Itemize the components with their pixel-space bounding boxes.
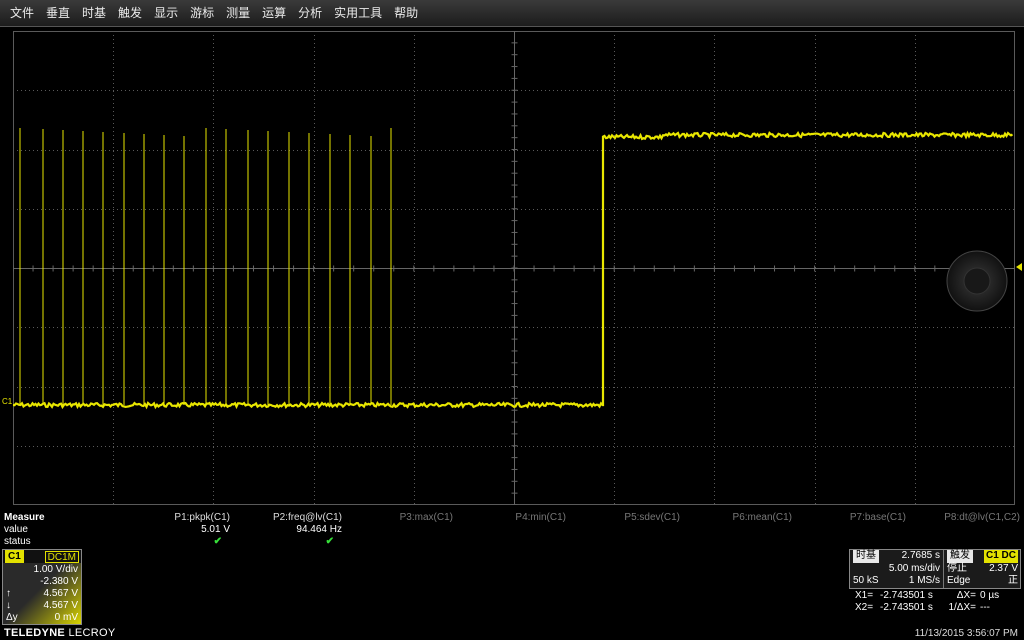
cursor-inv-dx-label: 1/ΔX=	[948, 602, 976, 613]
measure-param-name: P7:base(C1)	[849, 512, 906, 523]
timebase-delay: 2.7685 s	[901, 550, 940, 561]
measure-param-value: 5.01 V	[201, 524, 230, 535]
menu-item-0[interactable]: 文件	[4, 0, 40, 27]
trigger-level: 2.37 V	[989, 562, 1018, 574]
c1-coupling: DC1M	[44, 551, 79, 563]
measure-param-name: P4:min(C1)	[515, 512, 566, 523]
brand-name-light: LECROY	[68, 627, 116, 639]
measure-param-6[interactable]: P6:mean(C1)	[682, 512, 792, 536]
measure-param-value	[910, 524, 1020, 536]
measure-param-name: P5:sdev(C1)	[624, 512, 680, 523]
measure-param-2[interactable]: P2:freq@lv(C1) 94.464 Hz ✔	[232, 512, 342, 548]
menu-item-4[interactable]: 显示	[148, 0, 184, 27]
c1-delta-y-label: Δy	[6, 612, 18, 623]
measure-param-value	[796, 524, 906, 536]
measure-status-check-icon: ✔	[325, 536, 334, 547]
menu-item-6[interactable]: 测量	[220, 0, 256, 27]
brand-name-bold: TELEDYNE	[4, 627, 66, 639]
c1-offset: -2.380 V	[40, 576, 78, 587]
cursor-x1-value: -2.743501 s	[880, 590, 933, 601]
cursor-dx-value: 0 µs	[980, 590, 1000, 601]
measure-param-name: P1:pkpk(C1)	[174, 512, 230, 523]
c1-tag: C1	[5, 550, 24, 563]
c1-trace	[13, 130, 1014, 410]
menu-item-7[interactable]: 运算	[256, 0, 292, 27]
measure-table: Measure value status P1:pkpk(C1) 5.01 V ✔ P…	[0, 509, 1024, 549]
menu-bar: 文件 垂直 时基 触发 显示 游标 测量 运算 分析 实用工具 帮助	[0, 0, 1024, 27]
trigger-level-marker[interactable]	[1016, 263, 1022, 271]
cursor-x2-label: X2=	[855, 602, 874, 613]
trigger-panel[interactable]: 触发 C1 DC 停止 2.37 V Edge 正	[944, 550, 1021, 588]
cursor-readout: X1= -2.743501 s ΔX= 0 µs X2= -2.743501 s…	[855, 590, 999, 614]
c1-cursor-down-value: 4.567 V	[43, 600, 78, 611]
c1-cursor-down-icon: ↓	[6, 600, 11, 611]
measure-param-5[interactable]: P5:sdev(C1)	[570, 512, 680, 536]
measure-param-4[interactable]: P4:min(C1)	[456, 512, 566, 536]
menu-item-10[interactable]: 帮助	[388, 0, 424, 27]
measure-param-1[interactable]: P1:pkpk(C1) 5.01 V ✔	[120, 512, 230, 548]
measure-param-name: P3:max(C1)	[399, 512, 453, 523]
timebase-samples: 50 kS	[853, 575, 879, 587]
c1-cursor-up-value: 4.567 V	[43, 588, 78, 599]
measure-param-value: 94.464 Hz	[296, 524, 342, 535]
c1-ground-marker[interactable]: C1	[2, 397, 12, 406]
c1-cursor-up-icon: ↑	[6, 588, 11, 599]
menu-item-5[interactable]: 游标	[184, 0, 220, 27]
measure-status-row-label: status	[4, 536, 31, 547]
trigger-label: 触发	[947, 550, 973, 563]
menu-item-3[interactable]: 触发	[112, 0, 148, 27]
trigger-type: Edge	[947, 575, 971, 587]
timebase-panel[interactable]: 时基 2.7685 s 5.00 ms/div 50 kS 1 MS/s	[850, 550, 943, 588]
timebase-label: 时基	[853, 550, 879, 563]
measure-param-name: P6:mean(C1)	[732, 512, 792, 523]
measure-status-check-icon: ✔	[213, 536, 222, 547]
measure-param-value	[682, 524, 792, 536]
measure-param-name: P2:freq@lv(C1)	[272, 512, 342, 523]
measure-param-value	[343, 524, 453, 536]
timebase-tdiv: 5.00 ms/div	[888, 562, 940, 574]
menu-item-2[interactable]: 时基	[76, 0, 112, 27]
waveform-display[interactable]	[13, 31, 1015, 505]
cursor-dx-label: ΔX=	[956, 590, 976, 601]
measure-param-value	[456, 524, 566, 536]
menu-item-8[interactable]: 分析	[292, 0, 328, 27]
brand-logo: TELEDYNE LECROY	[4, 627, 115, 639]
trigger-source: C1 DC	[983, 550, 1018, 563]
waveform-svg	[13, 31, 1015, 505]
measure-param-name: P8:dt@lv(C1,C2)	[944, 512, 1020, 523]
measure-title: Measure	[4, 512, 45, 523]
menu-item-9[interactable]: 实用工具	[328, 0, 388, 27]
zoom-knob-icon	[946, 250, 1008, 312]
cursor-x1-label: X1=	[855, 590, 874, 601]
trigger-slope: 正	[1008, 575, 1018, 587]
measure-param-value	[570, 524, 680, 536]
measure-value-row-label: value	[4, 524, 28, 535]
measure-param-8[interactable]: P8:dt@lv(C1,C2)	[910, 512, 1020, 536]
timebase-trigger-box[interactable]: 时基 2.7685 s 5.00 ms/div 50 kS 1 MS/s 触发 C1 …	[849, 549, 1021, 589]
c1-delta-y-value: 0 mV	[54, 612, 78, 623]
timebase-rate: 1 MS/s	[908, 575, 940, 587]
c1-descriptor-box[interactable]: C1 DC1M 1.00 V/div -2.380 V ↑ 4.567 V ↓ 4.…	[2, 549, 82, 625]
measure-param-3[interactable]: P3:max(C1)	[343, 512, 453, 536]
cursor-inv-dx-value: ---	[980, 602, 990, 613]
c1-vdiv: 1.00 V/div	[33, 564, 78, 575]
trigger-state: 停止	[947, 562, 967, 574]
cursor-x2-value: -2.743501 s	[880, 602, 933, 613]
timestamp: 11/13/2015 3:56:07 PM	[914, 628, 1018, 639]
menu-item-1[interactable]: 垂直	[40, 0, 76, 27]
measure-param-7[interactable]: P7:base(C1)	[796, 512, 906, 536]
